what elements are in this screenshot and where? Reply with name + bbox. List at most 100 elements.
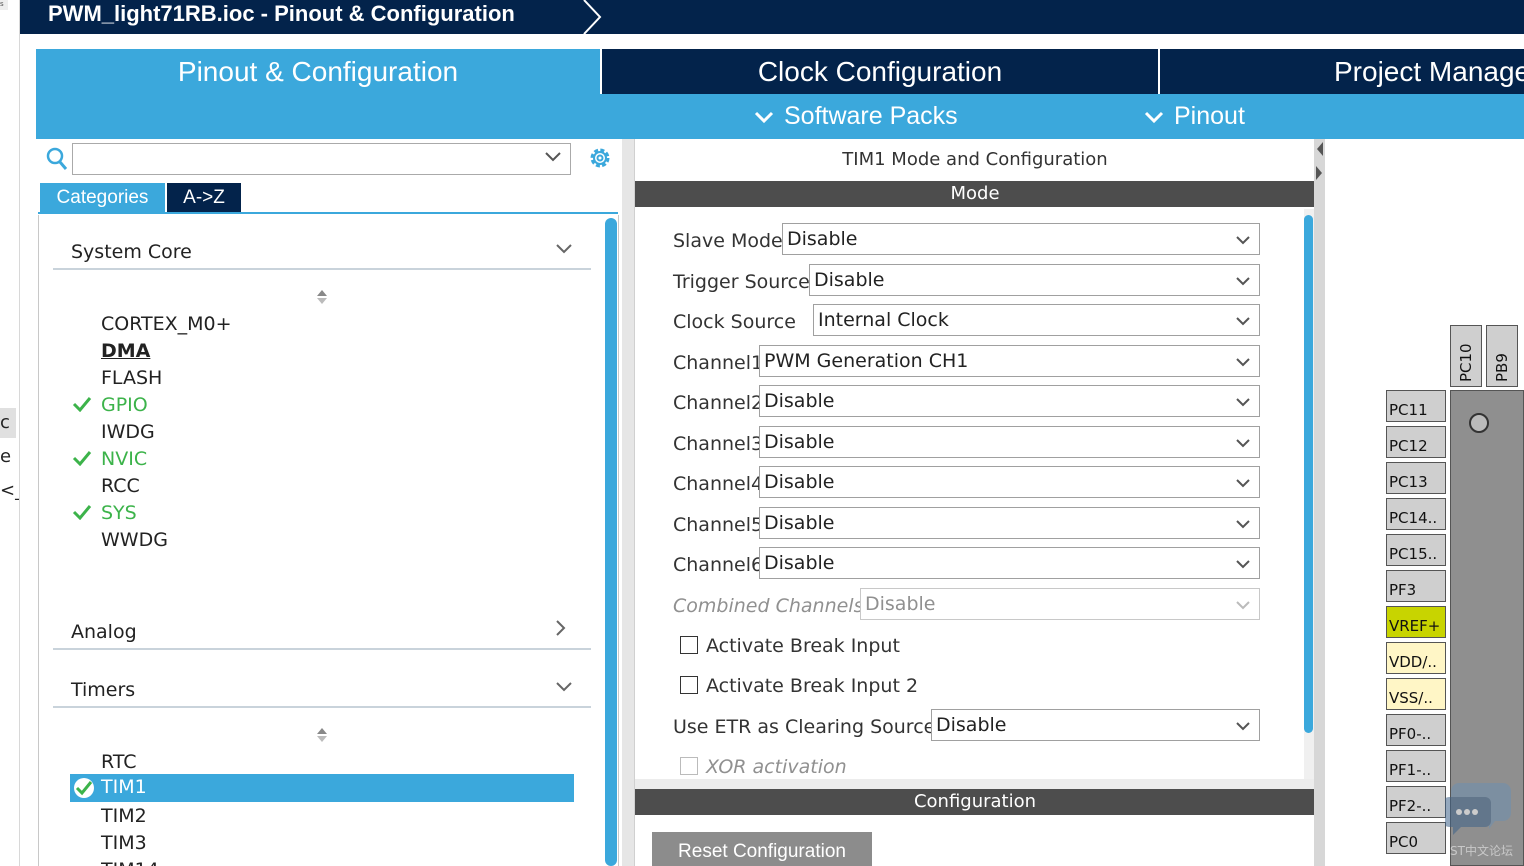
- panel-separator: [635, 779, 1315, 789]
- pin-vss[interactable]: VSS/..: [1386, 678, 1446, 710]
- list-item-tim14[interactable]: TIM14: [101, 859, 159, 866]
- category-scrollbar[interactable]: [605, 218, 617, 866]
- channel3-label: Channel3: [673, 433, 764, 455]
- list-item-tim2[interactable]: TIM2: [101, 805, 147, 827]
- select-value: Disable: [814, 269, 885, 291]
- list-item-gpio[interactable]: GPIO: [101, 394, 148, 416]
- search-icon[interactable]: [46, 147, 68, 171]
- list-item-dma[interactable]: DMA: [101, 340, 150, 362]
- chevron-down-icon: [1236, 317, 1250, 326]
- pin-pf3[interactable]: PF3: [1386, 570, 1446, 602]
- panel-title: TIM1 Mode and Configuration: [842, 149, 1108, 170]
- sort-icon[interactable]: [315, 727, 329, 743]
- select-value: Disable: [764, 552, 835, 574]
- search-input[interactable]: [72, 143, 571, 175]
- tab-project-manager[interactable]: Project Manager: [1160, 49, 1524, 95]
- main-tabs: Pinout & Configuration Clock Configurati…: [36, 49, 1524, 95]
- chevron-right-icon[interactable]: [555, 619, 567, 637]
- sort-icon[interactable]: [315, 289, 329, 305]
- panel-splitter[interactable]: [622, 139, 634, 866]
- tab-a-to-z[interactable]: A->Z: [167, 183, 241, 212]
- list-item-wwdg[interactable]: WWDG: [101, 529, 168, 551]
- channel3-select[interactable]: Disable: [759, 426, 1260, 458]
- forum-chat-icon: [1445, 783, 1511, 835]
- pin-pc14[interactable]: PC14..: [1386, 498, 1446, 530]
- pin-vref[interactable]: VREF+: [1386, 606, 1446, 638]
- list-item-flash[interactable]: FLASH: [101, 367, 162, 389]
- check-circle-icon: [74, 778, 94, 798]
- xor-activation-checkbox: [680, 757, 698, 775]
- window-title: PWM_light71RB.ioc - Pinout & Configurati…: [48, 1, 515, 26]
- pin-pf1[interactable]: PF1-..: [1386, 750, 1446, 782]
- slave-mode-select[interactable]: Disable: [782, 223, 1260, 255]
- group-system-core[interactable]: System Core: [71, 241, 192, 263]
- pin-vdd[interactable]: VDD/..: [1386, 642, 1446, 674]
- pin-pf0[interactable]: PF0-..: [1386, 714, 1446, 746]
- pin-pc0[interactable]: PC0: [1386, 822, 1446, 854]
- channel5-select[interactable]: Disable: [759, 507, 1260, 539]
- channel1-select[interactable]: PWM Generation CH1: [759, 345, 1260, 377]
- reset-configuration-button[interactable]: Reset Configuration: [652, 832, 872, 866]
- trigger-source-label: Trigger Source: [673, 271, 810, 293]
- collapse-panel-icon[interactable]: [1314, 140, 1325, 184]
- tab-clock-configuration[interactable]: Clock Configuration: [602, 49, 1158, 95]
- trigger-source-select[interactable]: Disable: [809, 264, 1260, 296]
- sub-navigation: Software Packs Pinout: [36, 94, 1524, 139]
- mode-section-header[interactable]: Mode: [635, 181, 1315, 207]
- tab-pinout-configuration[interactable]: Pinout & Configuration: [36, 49, 600, 95]
- pin-pc10[interactable]: PC10: [1450, 325, 1482, 387]
- tab-categories[interactable]: Categories: [40, 183, 165, 212]
- xor-activation-label: XOR activation: [706, 756, 847, 778]
- list-item-cortex-m0[interactable]: CORTEX_M0+: [101, 313, 232, 335]
- pin-pc12[interactable]: PC12: [1386, 426, 1446, 458]
- etr-clearing-source-select[interactable]: Disable: [931, 709, 1260, 741]
- group-timers[interactable]: Timers: [71, 679, 135, 701]
- pin1-marker: [1469, 413, 1489, 433]
- channel2-select[interactable]: Disable: [759, 385, 1260, 417]
- pinout-menu[interactable]: Pinout: [1144, 94, 1245, 139]
- pin-pc15[interactable]: PC15..: [1386, 534, 1446, 566]
- activate-break-input-checkbox[interactable]: [680, 636, 698, 654]
- group-analog[interactable]: Analog: [71, 621, 137, 643]
- list-item-iwdg[interactable]: IWDG: [101, 421, 155, 443]
- gear-icon[interactable]: [587, 145, 613, 171]
- list-item-label: TIM1: [101, 776, 147, 798]
- list-item-tim3[interactable]: TIM3: [101, 832, 147, 854]
- mode-scrollbar[interactable]: [1304, 215, 1313, 733]
- combined-channels-select: Disable: [860, 588, 1260, 620]
- chevron-down-icon[interactable]: [544, 151, 562, 163]
- channel6-select[interactable]: Disable: [759, 547, 1260, 579]
- chevron-down-icon[interactable]: [555, 681, 573, 693]
- pin-pc11[interactable]: PC11: [1386, 390, 1446, 422]
- channel4-select[interactable]: Disable: [759, 466, 1260, 498]
- pin-label: PB9: [1493, 353, 1511, 382]
- channel4-label: Channel4: [673, 473, 764, 495]
- list-item-rtc[interactable]: RTC: [101, 751, 137, 773]
- activate-break-input-2-checkbox[interactable]: [680, 676, 698, 694]
- pin-pb9[interactable]: PB9: [1486, 325, 1518, 387]
- chevron-down-icon: [1236, 358, 1250, 367]
- activate-break-input-label: Activate Break Input: [706, 635, 900, 657]
- chevron-down-icon: [1236, 520, 1250, 529]
- list-item-nvic[interactable]: NVIC: [101, 448, 147, 470]
- panel-splitter[interactable]: [1314, 139, 1325, 866]
- select-value: Internal Clock: [818, 309, 949, 331]
- check-icon: [72, 397, 92, 412]
- clock-source-select[interactable]: Internal Clock: [813, 304, 1260, 336]
- list-item-rcc[interactable]: RCC: [101, 475, 140, 497]
- mode-configuration-panel: TIM1 Mode and Configuration Mode Slave M…: [634, 139, 1315, 866]
- divider: [53, 268, 591, 270]
- configuration-section-header[interactable]: Configuration: [635, 789, 1315, 815]
- chevron-down-icon[interactable]: [555, 243, 573, 255]
- list-item-sys[interactable]: SYS: [101, 502, 137, 524]
- channel1-label: Channel1: [673, 352, 764, 374]
- software-packs-menu[interactable]: Software Packs: [754, 94, 958, 139]
- chevron-down-icon: [1236, 722, 1250, 731]
- chevron-down-icon: [1236, 560, 1250, 569]
- chevron-down-icon: [1236, 601, 1250, 610]
- list-item-tim1[interactable]: TIM1: [70, 774, 574, 802]
- pin-pc13[interactable]: PC13: [1386, 462, 1446, 494]
- chevron-down-icon: [1236, 439, 1250, 448]
- pin-pf2[interactable]: PF2-..: [1386, 786, 1446, 818]
- channel5-label: Channel5: [673, 514, 764, 536]
